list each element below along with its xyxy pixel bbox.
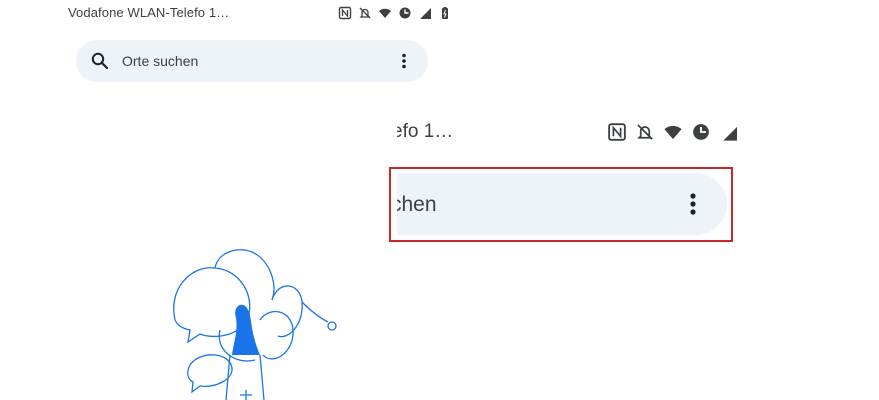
nfc-icon bbox=[338, 6, 352, 20]
search-icon[interactable] bbox=[90, 51, 110, 71]
search-bar[interactable]: Orte suchen bbox=[76, 40, 428, 82]
more-options-icon[interactable] bbox=[394, 51, 414, 71]
status-bar: Vodafone WLAN-Telefo 1… bbox=[68, 4, 448, 22]
signal-icon bbox=[723, 126, 737, 141]
signal-icon bbox=[420, 8, 431, 19]
zoomed-carrier-label: efo 1… bbox=[397, 121, 454, 142]
data-saver-icon bbox=[693, 124, 709, 140]
nfc-icon bbox=[608, 123, 626, 141]
battery-icon bbox=[442, 7, 448, 19]
empty-state-illustration bbox=[173, 249, 337, 400]
data-saver-icon bbox=[399, 7, 411, 19]
zoomed-status-bar: efo 1… bbox=[397, 118, 737, 146]
zoomed-status-icons bbox=[607, 120, 737, 144]
notifications-off-icon bbox=[637, 124, 653, 140]
wifi-icon bbox=[379, 8, 391, 18]
notifications-off-icon bbox=[359, 7, 371, 19]
status-icons bbox=[338, 5, 452, 21]
carrier-label: Vodafone WLAN-Telefo 1… bbox=[68, 5, 230, 20]
wifi-icon bbox=[664, 125, 682, 140]
search-input[interactable]: Orte suchen bbox=[122, 53, 198, 69]
highlight-box bbox=[389, 167, 733, 242]
